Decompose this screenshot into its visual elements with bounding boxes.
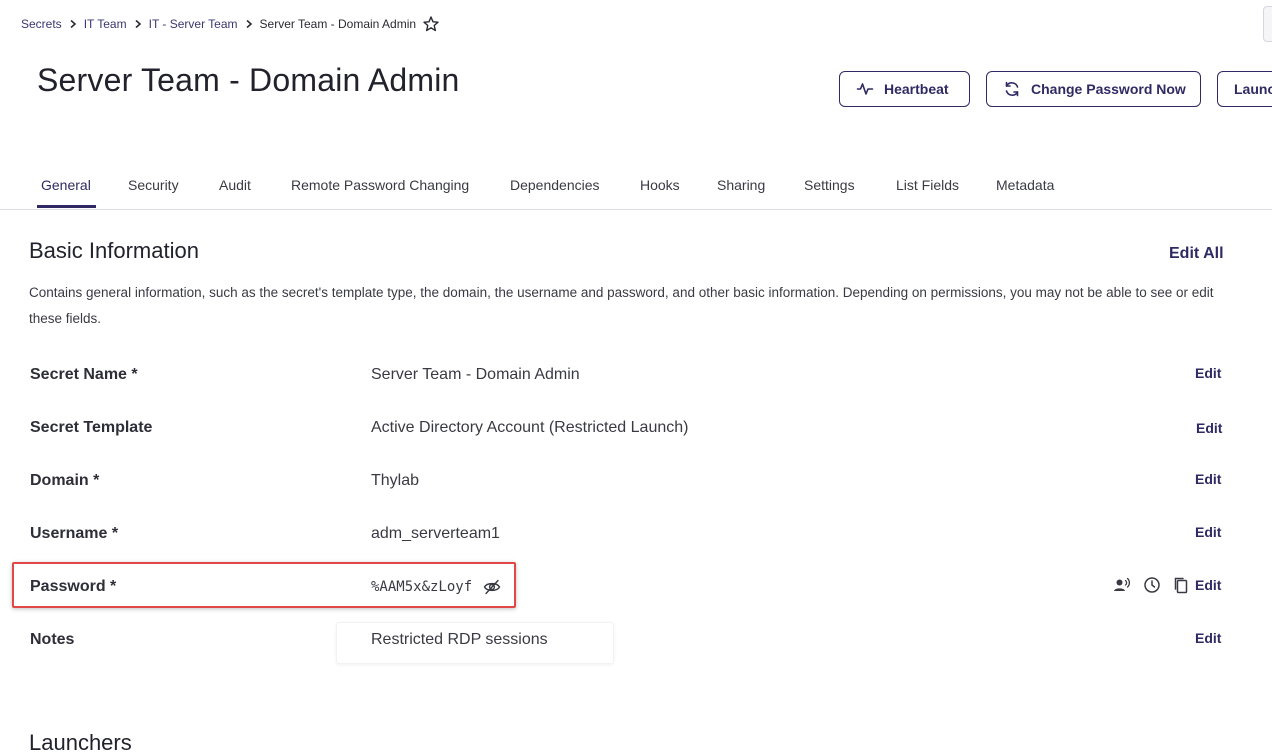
tab-security[interactable]: Security — [128, 177, 179, 193]
field-label-username: Username * — [30, 525, 119, 542]
section-title-launchers: Launchers — [29, 730, 132, 755]
breadcrumb-server-team[interactable]: IT - Server Team — [149, 17, 238, 31]
tab-hooks[interactable]: Hooks — [640, 177, 680, 193]
activity-icon — [856, 80, 874, 98]
chevron-right-icon — [66, 17, 80, 31]
tab-metadata[interactable]: Metadata — [996, 177, 1054, 193]
field-label-secret-name: Secret Name * — [30, 366, 138, 383]
heartbeat-button[interactable]: Heartbeat — [839, 71, 970, 107]
copy-icon[interactable] — [1172, 576, 1190, 594]
section-description: Contains general information, such as th… — [29, 285, 1214, 326]
side-panel-handle[interactable] — [1263, 6, 1272, 42]
breadcrumb-it-team[interactable]: IT Team — [84, 17, 127, 31]
refresh-icon — [1003, 80, 1021, 98]
field-value-username: adm_serverteam1 — [371, 525, 500, 542]
heartbeat-label: Heartbeat — [884, 81, 949, 97]
edit-password-button[interactable]: Edit — [1195, 577, 1221, 593]
breadcrumb-current: Server Team - Domain Admin — [259, 17, 417, 31]
tab-sharing[interactable]: Sharing — [717, 177, 765, 193]
breadcrumb: Secrets IT Team IT - Server Team Server … — [21, 15, 440, 33]
breadcrumb-secrets[interactable]: Secrets — [21, 17, 62, 31]
launch-label: Launc — [1234, 81, 1272, 97]
field-value-secret-template: Active Directory Account (Restricted Lau… — [371, 419, 689, 436]
field-label-password: Password * — [30, 578, 117, 595]
change-password-button[interactable]: Change Password Now — [986, 71, 1201, 107]
edit-secret-name-button[interactable]: Edit — [1195, 365, 1221, 381]
change-password-label: Change Password Now — [1031, 81, 1186, 97]
tab-audit[interactable]: Audit — [219, 177, 251, 193]
chevron-right-icon — [242, 17, 256, 31]
tab-remote-password-changing[interactable]: Remote Password Changing — [291, 177, 469, 193]
chevron-right-icon — [131, 17, 145, 31]
tab-bar: General Security Audit Remote Password C… — [0, 165, 1272, 210]
launch-button[interactable]: Launc — [1217, 71, 1272, 107]
edit-domain-button[interactable]: Edit — [1195, 471, 1221, 487]
field-value-password: %AAM5x&zLoyf — [371, 579, 473, 595]
field-value-notes: Restricted RDP sessions — [371, 631, 548, 648]
star-icon[interactable] — [422, 15, 440, 33]
field-label-domain: Domain * — [30, 472, 100, 489]
clock-icon[interactable] — [1143, 576, 1161, 594]
field-value-secret-name: Server Team - Domain Admin — [371, 366, 580, 383]
edit-all-button[interactable]: Edit All — [1169, 245, 1224, 263]
field-label-secret-template: Secret Template — [30, 419, 153, 436]
page-title: Server Team - Domain Admin — [37, 62, 460, 98]
eye-off-icon[interactable] — [483, 578, 501, 596]
active-tab-indicator — [37, 205, 96, 208]
edit-secret-template-button[interactable]: Edit — [1196, 420, 1222, 436]
field-label-notes: Notes — [30, 631, 75, 648]
tab-list-fields[interactable]: List Fields — [896, 177, 959, 193]
tab-general[interactable]: General — [41, 177, 91, 193]
edit-notes-button[interactable]: Edit — [1195, 630, 1221, 646]
edit-username-button[interactable]: Edit — [1195, 524, 1221, 540]
tab-settings[interactable]: Settings — [804, 177, 855, 193]
tab-dependencies[interactable]: Dependencies — [510, 177, 600, 193]
section-title-basic-information: Basic Information — [29, 238, 199, 263]
speak-password-icon[interactable] — [1113, 576, 1131, 594]
field-value-domain: Thylab — [371, 472, 420, 489]
